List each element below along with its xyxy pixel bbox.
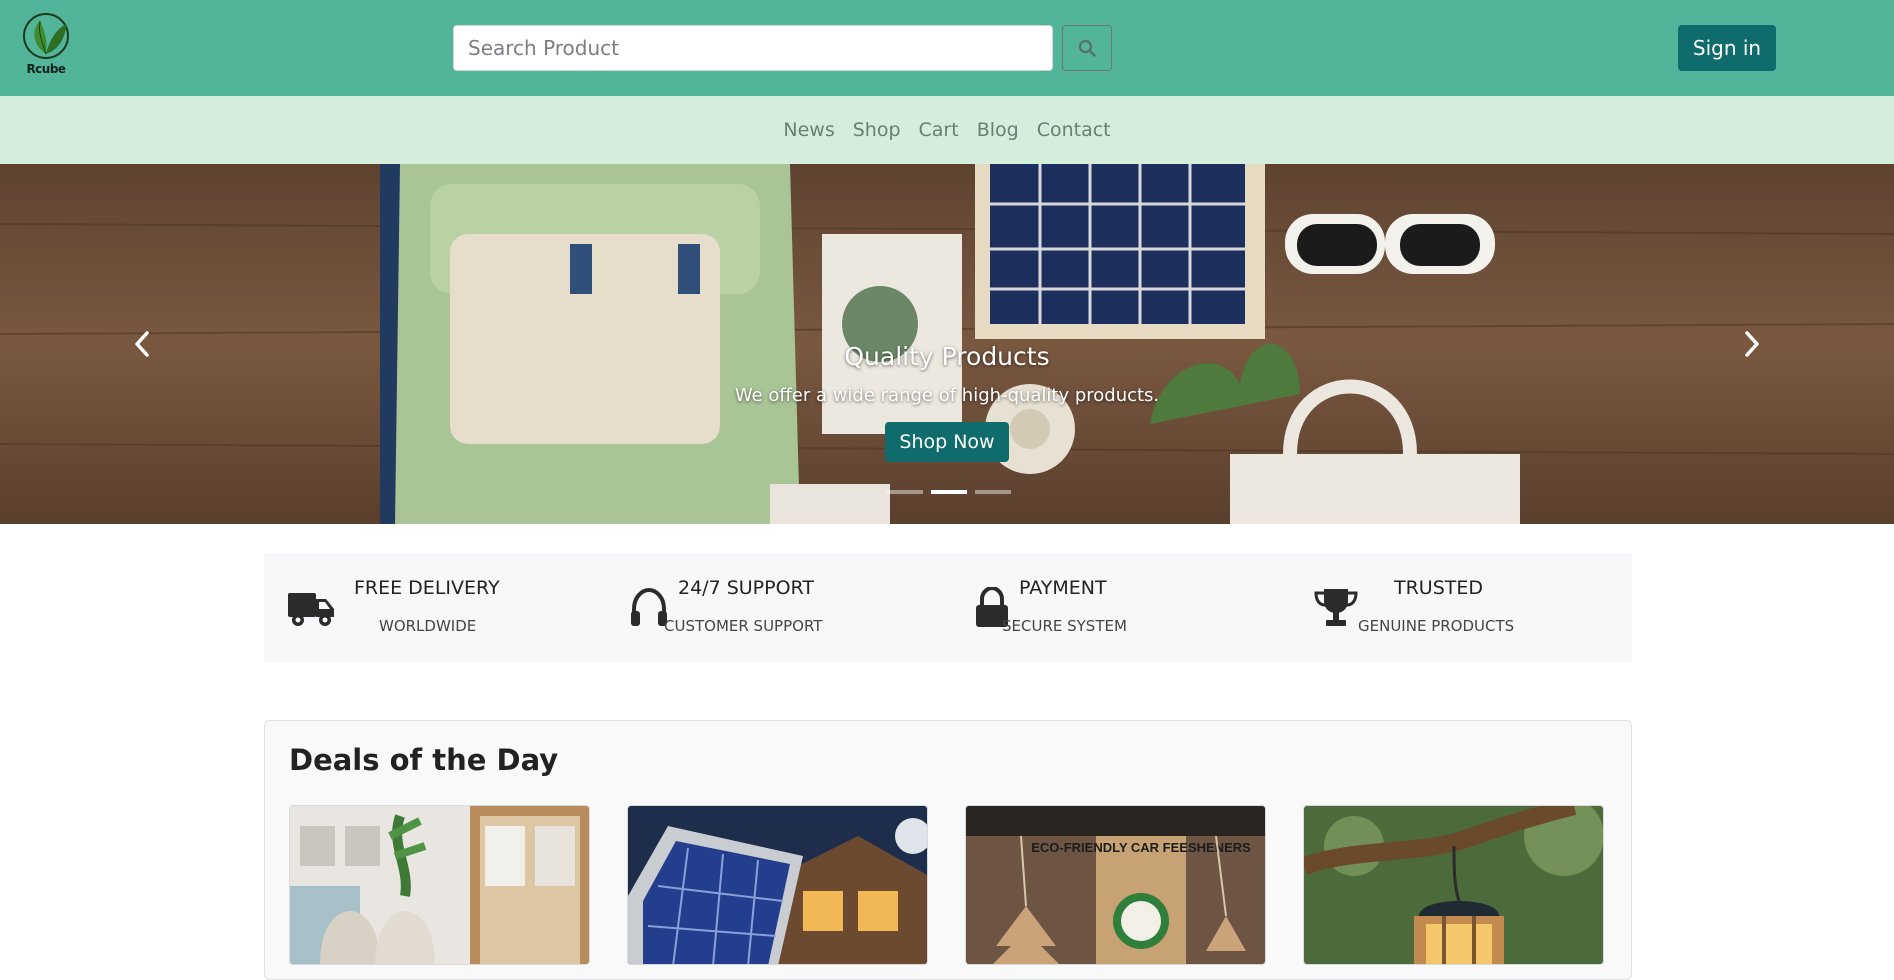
feature-payment: PAYMENT SECURE SYSTEM (948, 553, 1290, 662)
deal-card-1[interactable] (289, 805, 590, 965)
logo-text: Rcube (26, 62, 66, 76)
search-button[interactable] (1062, 25, 1112, 71)
deals-section: Deals of the Day ECO-FRIENDLY CAR FEESHE… (264, 720, 1632, 980)
feature-subtitle: GENUINE PRODUCTS (1358, 617, 1515, 635)
feature-title: 24/7 SUPPORT (678, 577, 814, 599)
fabric-sachets-image (290, 806, 589, 964)
deals-title: Deals of the Day (289, 743, 559, 777)
feature-subtitle: WORLDWIDE (379, 617, 477, 635)
leaf-logo-icon (23, 13, 69, 59)
hero-subtitle: We offer a wide range of high-quality pr… (734, 385, 1160, 406)
trophy-icon (1314, 589, 1358, 626)
feature-trusted: TRUSTED GENUINE PRODUCTS (1290, 553, 1632, 662)
hero-caption: Quality Products We offer a wide range o… (0, 342, 1894, 462)
carousel-indicators (887, 490, 1011, 494)
solar-panel-light-image (628, 806, 927, 964)
feature-title: FREE DELIVERY (354, 577, 500, 599)
search-icon (1078, 39, 1096, 57)
feature-delivery: FREE DELIVERY WORLDWIDE (264, 553, 606, 662)
nav-shop[interactable]: Shop (853, 119, 901, 141)
hero-title: Quality Products (844, 342, 1050, 371)
feature-support: 24/7 SUPPORT CUSTOMER SUPPORT (606, 553, 948, 662)
features-bar: FREE DELIVERY WORLDWIDE 24/7 SUPPORT CUS… (264, 553, 1632, 662)
feature-title: TRUSTED (1394, 577, 1484, 599)
deal-card-2[interactable] (627, 805, 928, 965)
feature-title: PAYMENT (1019, 577, 1107, 599)
truck-icon (288, 593, 334, 626)
solar-lantern-image (1304, 806, 1603, 964)
nav-cart[interactable]: Cart (919, 119, 959, 141)
shop-now-button[interactable]: Shop Now (885, 422, 1009, 462)
search-input[interactable] (453, 25, 1053, 71)
site-header: Rcube Sign in (0, 0, 1894, 96)
nav-blog[interactable]: Blog (977, 119, 1019, 141)
main-nav: News Shop Cart Blog Contact (0, 96, 1894, 164)
signin-button[interactable]: Sign in (1678, 25, 1776, 71)
nav-contact[interactable]: Contact (1037, 119, 1111, 141)
carousel-indicator-3[interactable] (975, 490, 1011, 494)
carousel-indicator-2[interactable] (931, 490, 967, 494)
deal-card-4[interactable] (1303, 805, 1604, 965)
logo[interactable]: Rcube (20, 12, 72, 78)
nav-news[interactable]: News (783, 119, 834, 141)
hero-carousel: Quality Products We offer a wide range o… (0, 164, 1894, 524)
carousel-indicator-1[interactable] (887, 490, 923, 494)
feature-subtitle: CUSTOMER SUPPORT (664, 617, 823, 635)
car-freshener-image: ECO-FRIENDLY CAR FEESHENERS (966, 806, 1265, 964)
feature-subtitle: SECURE SYSTEM (1002, 617, 1127, 635)
deal-card-3[interactable]: ECO-FRIENDLY CAR FEESHENERS (965, 805, 1266, 965)
